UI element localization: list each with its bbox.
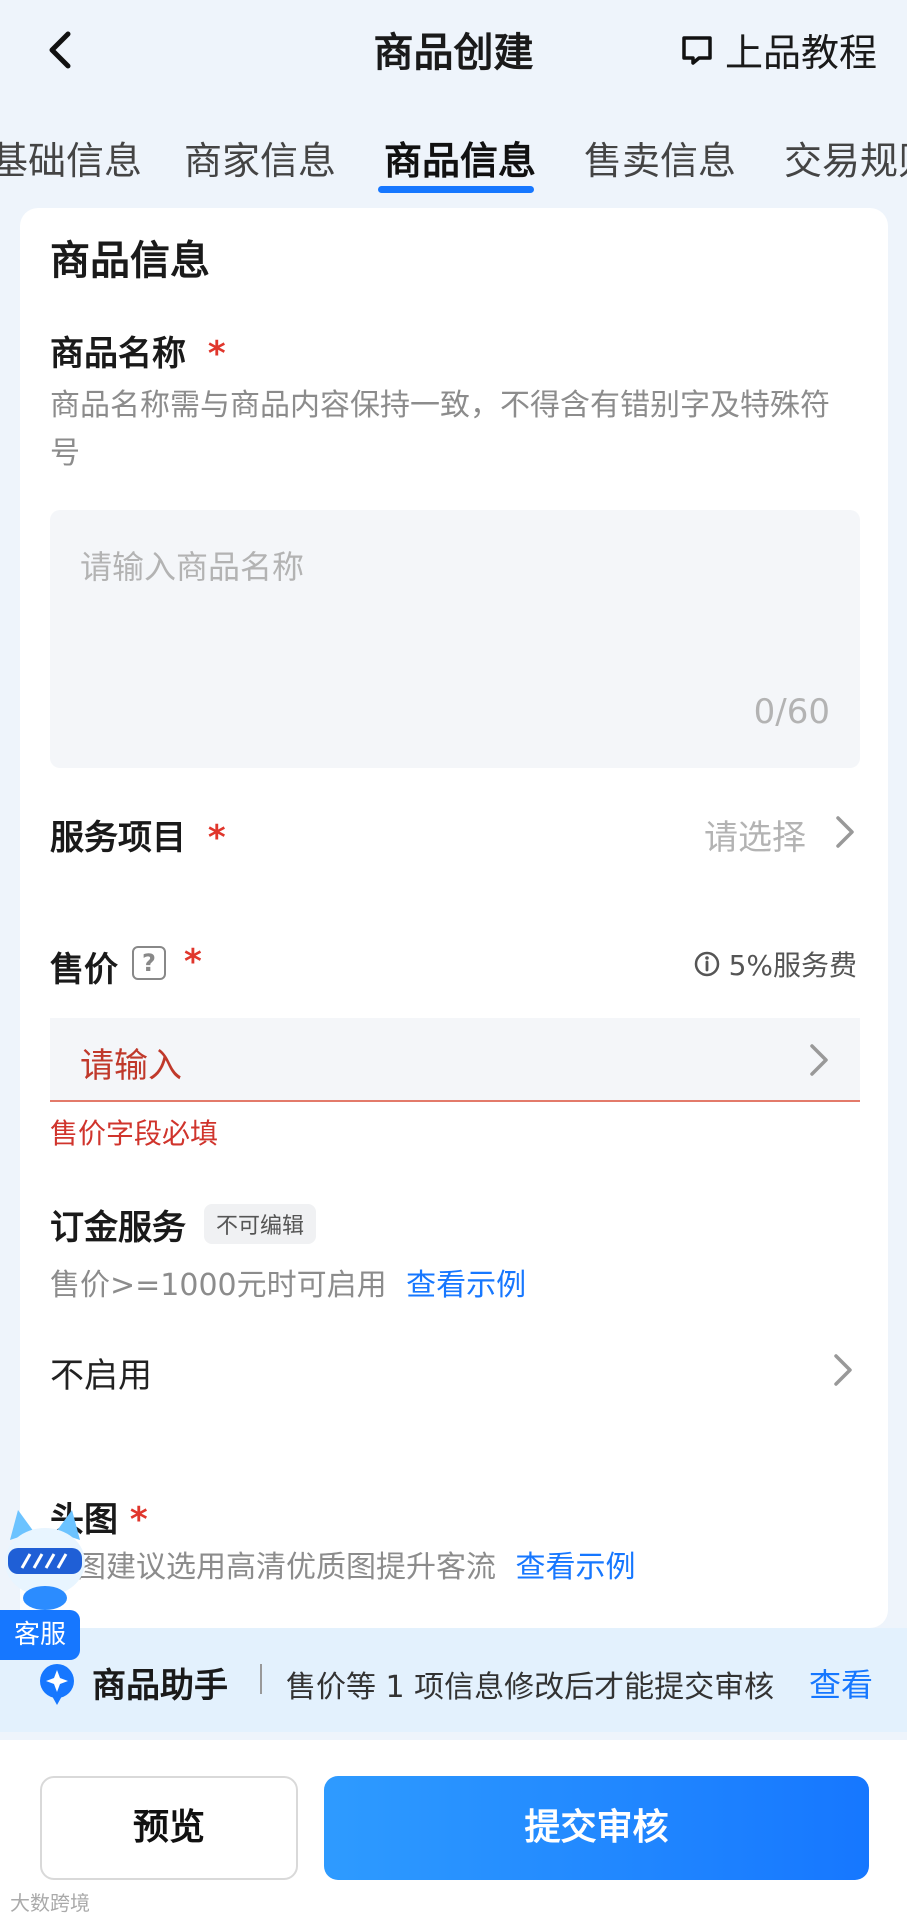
price-input[interactable]: 请输入: [50, 1018, 860, 1102]
tab-trade-rules[interactable]: 交易规则: [784, 130, 907, 185]
deposit-value: 不启用: [50, 1356, 152, 1396]
price-placeholder: 请输入: [80, 1046, 182, 1086]
watermark: 大数跨境: [10, 1891, 90, 1915]
product-assistant-bar: 商品助手 售价等 1 项信息修改后才能提交审核 查看: [0, 1628, 907, 1732]
assistant-title: 商品助手: [92, 1666, 228, 1706]
chevron-right-icon: [836, 816, 854, 848]
service-item-select[interactable]: 请选择: [600, 800, 870, 864]
char-counter: 0/60: [753, 692, 830, 732]
service-fee-info[interactable]: 5%服务费: [693, 944, 857, 984]
chevron-right-icon: [810, 1044, 828, 1076]
tab-sales-info[interactable]: 售卖信息: [584, 130, 736, 185]
nav-bar: 商品创建 上品教程: [0, 0, 907, 100]
required-mark: *: [207, 334, 226, 374]
required-mark: *: [184, 942, 202, 982]
customer-service-button[interactable]: 客服: [0, 1610, 80, 1660]
price-error-message: 售价字段必填: [50, 1117, 219, 1150]
tab-product-info[interactable]: 商品信息: [384, 130, 536, 185]
deposit-label: 订金服务: [50, 1208, 186, 1248]
deposit-hint-text: 售价>=1000元时可启用: [50, 1268, 387, 1303]
head-image-hint: 图建议选用高清优质图提升客流 查看示例: [76, 1544, 636, 1592]
deposit-example-link[interactable]: 查看示例: [406, 1268, 526, 1303]
mascot-icon[interactable]: [0, 1500, 90, 1620]
product-name-label-text: 商品名称: [50, 334, 186, 374]
service-item-label: 服务项目 *: [50, 810, 226, 859]
product-name-placeholder: 请输入商品名称: [80, 548, 305, 586]
tutorial-link[interactable]: 上品教程: [679, 22, 877, 77]
head-image-example-link[interactable]: 查看示例: [516, 1550, 636, 1585]
bottom-action-bar: 预览 提交审核 大数跨境: [0, 1740, 907, 1920]
help-icon[interactable]: ?: [132, 946, 166, 980]
tab-merchant-info[interactable]: 商家信息: [184, 130, 336, 185]
info-icon: [694, 951, 719, 977]
required-mark: *: [129, 1500, 148, 1540]
sparkle-icon: [40, 1664, 74, 1705]
head-image-hint-text: 图建议选用高清优质图提升客流: [76, 1550, 496, 1585]
section-title: 商品信息: [50, 238, 210, 284]
tab-bar: 基础信息 商家信息 商品信息 售卖信息 交易规则: [0, 118, 907, 198]
service-item-label-text: 服务项目: [50, 818, 186, 858]
tab-basic-info[interactable]: 基础信息: [0, 130, 142, 185]
required-mark: *: [207, 818, 226, 858]
price-label: 售价: [50, 950, 118, 990]
service-fee-text: 5%服务费: [728, 949, 857, 982]
tutorial-label: 上品教程: [724, 31, 877, 75]
product-name-input[interactable]: 请输入商品名称 0/60: [50, 510, 860, 768]
product-name-label: 商品名称 *: [50, 326, 226, 375]
active-tab-indicator: [378, 186, 534, 193]
submit-review-button[interactable]: 提交审核: [324, 1776, 869, 1880]
assistant-view-link[interactable]: 查看: [809, 1660, 873, 1706]
assistant-message: 售价等 1 项信息修改后才能提交审核: [286, 1670, 775, 1705]
book-icon: [682, 35, 712, 65]
divider: [260, 1664, 262, 1694]
chevron-right-icon: [834, 1354, 852, 1386]
product-name-hint: 商品名称需与商品内容保持一致，不得含有错别字及特殊符号: [50, 388, 830, 471]
deposit-select[interactable]: 不启用: [50, 1340, 860, 1400]
service-item-value: 请选择: [704, 818, 806, 858]
deposit-hint: 售价>=1000元时可启用 查看示例: [50, 1262, 526, 1310]
preview-button[interactable]: 预览: [40, 1776, 298, 1880]
not-editable-badge: 不可编辑: [204, 1204, 317, 1244]
